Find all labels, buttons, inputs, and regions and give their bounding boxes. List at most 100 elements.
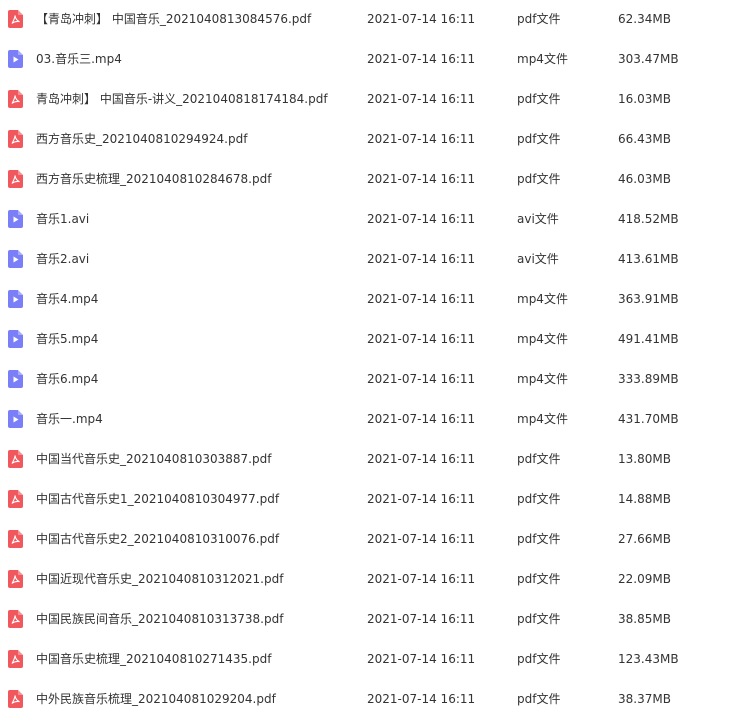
- file-row[interactable]: 中国近现代音乐史_2021040810312021.pdf 2021-07-14 …: [0, 560, 731, 600]
- file-size: 123.43MB: [618, 652, 679, 666]
- file-row[interactable]: 中国民族民间音乐_2021040810313738.pdf 2021-07-14 …: [0, 600, 731, 640]
- file-modified-date: 2021-07-14 16:11: [367, 332, 476, 346]
- file-row[interactable]: 中国当代音乐史_2021040810303887.pdf 2021-07-14 1…: [0, 440, 731, 480]
- file-row[interactable]: 中国古代音乐史2_2021040810310076.pdf 2021-07-14 …: [0, 520, 731, 560]
- file-size: 22.09MB: [618, 572, 671, 586]
- file-row[interactable]: 音乐2.avi 2021-07-14 16:11 avi文件 413.61MB: [0, 240, 731, 280]
- file-name[interactable]: 中国古代音乐史1_2021040810304977.pdf: [36, 480, 356, 518]
- pdf-icon: [8, 570, 23, 588]
- file-name[interactable]: 【青岛冲刺】 中国音乐_2021040813084576.pdf: [36, 0, 356, 38]
- pdf-icon: [8, 690, 23, 708]
- file-row[interactable]: 音乐4.mp4 2021-07-14 16:11 mp4文件 363.91MB: [0, 280, 731, 320]
- file-size: 38.37MB: [618, 692, 671, 706]
- video-icon: [8, 210, 23, 228]
- pdf-icon: [8, 90, 23, 108]
- file-name[interactable]: 西方音乐史_2021040810294924.pdf: [36, 120, 356, 158]
- file-modified-date: 2021-07-14 16:11: [367, 212, 476, 226]
- file-type: avi文件: [517, 252, 559, 266]
- pdf-icon: [8, 10, 23, 28]
- file-row[interactable]: 【青岛冲刺】 中国音乐_2021040813084576.pdf 2021-07-…: [0, 0, 731, 40]
- file-name[interactable]: 音乐一.mp4: [36, 400, 356, 438]
- video-icon: [8, 330, 23, 348]
- file-modified-date: 2021-07-14 16:11: [367, 652, 476, 666]
- file-name[interactable]: 音乐5.mp4: [36, 320, 356, 358]
- file-size: 333.89MB: [618, 372, 679, 386]
- file-row[interactable]: 中外民族音乐梳理_202104081029204.pdf 2021-07-14 1…: [0, 680, 731, 720]
- video-icon: [8, 50, 23, 68]
- file-modified-date: 2021-07-14 16:11: [367, 692, 476, 706]
- file-name[interactable]: 音乐6.mp4: [36, 360, 356, 398]
- file-modified-date: 2021-07-14 16:11: [367, 12, 476, 26]
- file-row[interactable]: 音乐一.mp4 2021-07-14 16:11 mp4文件 431.70MB: [0, 400, 731, 440]
- file-row[interactable]: 青岛冲刺】 中国音乐-讲义_2021040818174184.pdf 2021-0…: [0, 80, 731, 120]
- file-modified-date: 2021-07-14 16:11: [367, 532, 476, 546]
- file-name[interactable]: 西方音乐史梳理_2021040810284678.pdf: [36, 160, 356, 198]
- file-row[interactable]: 03.音乐三.mp4 2021-07-14 16:11 mp4文件 303.47MB: [0, 40, 731, 80]
- file-type: pdf文件: [517, 532, 561, 546]
- file-name[interactable]: 中国当代音乐史_2021040810303887.pdf: [36, 440, 356, 478]
- file-row[interactable]: 中国音乐史梳理_2021040810271435.pdf 2021-07-14 1…: [0, 640, 731, 680]
- file-size: 14.88MB: [618, 492, 671, 506]
- file-size: 13.80MB: [618, 452, 671, 466]
- pdf-icon: [8, 490, 23, 508]
- file-size: 62.34MB: [618, 12, 671, 26]
- file-row[interactable]: 西方音乐史梳理_2021040810284678.pdf 2021-07-14 1…: [0, 160, 731, 200]
- file-modified-date: 2021-07-14 16:11: [367, 132, 476, 146]
- file-modified-date: 2021-07-14 16:11: [367, 292, 476, 306]
- file-type: pdf文件: [517, 132, 561, 146]
- file-type: avi文件: [517, 212, 559, 226]
- file-size: 38.85MB: [618, 612, 671, 626]
- file-type: mp4文件: [517, 332, 568, 346]
- file-size: 491.41MB: [618, 332, 679, 346]
- file-type: mp4文件: [517, 52, 568, 66]
- file-name[interactable]: 青岛冲刺】 中国音乐-讲义_2021040818174184.pdf: [36, 80, 356, 118]
- file-modified-date: 2021-07-14 16:11: [367, 492, 476, 506]
- file-type: mp4文件: [517, 372, 568, 386]
- file-size: 431.70MB: [618, 412, 679, 426]
- pdf-icon: [8, 650, 23, 668]
- file-row[interactable]: 中国古代音乐史1_2021040810304977.pdf 2021-07-14 …: [0, 480, 731, 520]
- file-size: 303.47MB: [618, 52, 679, 66]
- file-type: pdf文件: [517, 452, 561, 466]
- file-modified-date: 2021-07-14 16:11: [367, 572, 476, 586]
- file-type: pdf文件: [517, 12, 561, 26]
- file-name[interactable]: 中外民族音乐梳理_202104081029204.pdf: [36, 680, 356, 718]
- file-modified-date: 2021-07-14 16:11: [367, 92, 476, 106]
- file-row[interactable]: 音乐5.mp4 2021-07-14 16:11 mp4文件 491.41MB: [0, 320, 731, 360]
- file-name[interactable]: 中国民族民间音乐_2021040810313738.pdf: [36, 600, 356, 638]
- file-type: pdf文件: [517, 92, 561, 106]
- file-name[interactable]: 中国近现代音乐史_2021040810312021.pdf: [36, 560, 356, 598]
- file-size: 66.43MB: [618, 132, 671, 146]
- file-row[interactable]: 音乐6.mp4 2021-07-14 16:11 mp4文件 333.89MB: [0, 360, 731, 400]
- file-modified-date: 2021-07-14 16:11: [367, 172, 476, 186]
- file-name[interactable]: 03.音乐三.mp4: [36, 40, 356, 78]
- file-size: 27.66MB: [618, 532, 671, 546]
- pdf-icon: [8, 130, 23, 148]
- file-modified-date: 2021-07-14 16:11: [367, 412, 476, 426]
- file-type: pdf文件: [517, 172, 561, 186]
- pdf-icon: [8, 450, 23, 468]
- file-type: pdf文件: [517, 572, 561, 586]
- file-size: 363.91MB: [618, 292, 679, 306]
- video-icon: [8, 250, 23, 268]
- file-modified-date: 2021-07-14 16:11: [367, 452, 476, 466]
- file-name[interactable]: 音乐1.avi: [36, 200, 356, 238]
- file-row[interactable]: 西方音乐史_2021040810294924.pdf 2021-07-14 16:…: [0, 120, 731, 160]
- file-row[interactable]: 音乐1.avi 2021-07-14 16:11 avi文件 418.52MB: [0, 200, 731, 240]
- file-name[interactable]: 音乐4.mp4: [36, 280, 356, 318]
- video-icon: [8, 370, 23, 388]
- file-size: 16.03MB: [618, 92, 671, 106]
- file-list: 【青岛冲刺】 中国音乐_2021040813084576.pdf 2021-07-…: [0, 0, 731, 720]
- video-icon: [8, 290, 23, 308]
- file-type: mp4文件: [517, 412, 568, 426]
- file-type: pdf文件: [517, 612, 561, 626]
- file-size: 46.03MB: [618, 172, 671, 186]
- file-size: 413.61MB: [618, 252, 679, 266]
- file-modified-date: 2021-07-14 16:11: [367, 372, 476, 386]
- file-name[interactable]: 中国音乐史梳理_2021040810271435.pdf: [36, 640, 356, 678]
- file-type: pdf文件: [517, 492, 561, 506]
- pdf-icon: [8, 170, 23, 188]
- file-type: pdf文件: [517, 652, 561, 666]
- file-name[interactable]: 音乐2.avi: [36, 240, 356, 278]
- file-name[interactable]: 中国古代音乐史2_2021040810310076.pdf: [36, 520, 356, 558]
